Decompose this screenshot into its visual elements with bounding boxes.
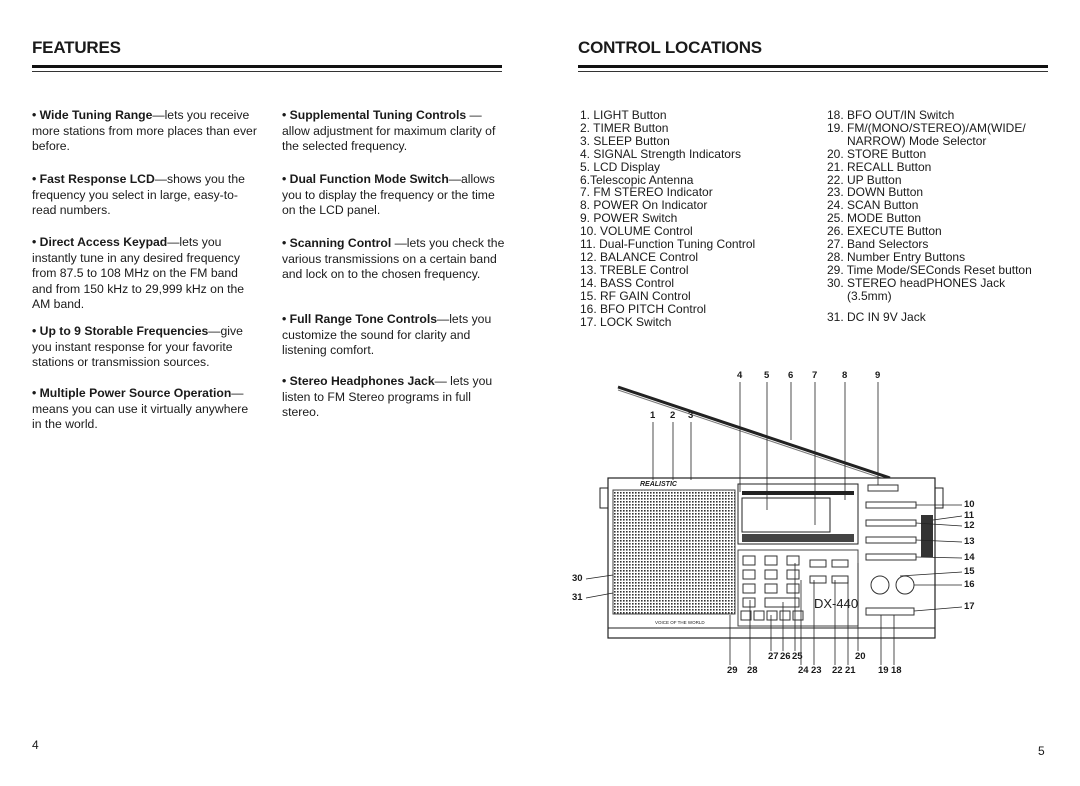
- control-list-item: 17. LOCK Switch: [580, 314, 672, 329]
- speaker-grille: [612, 489, 736, 615]
- callout-3: 3: [688, 410, 694, 421]
- callout-9: 9: [875, 370, 881, 381]
- lcd-display: [741, 497, 831, 533]
- feature-item: • Multiple Power Source Operation— means…: [32, 386, 260, 433]
- radio-diagram: REALISTIC VOICE OF THE WORLD DX-440: [585, 382, 963, 665]
- callout-21: 21: [845, 665, 856, 676]
- callout-5: 5: [764, 370, 770, 381]
- callout-15: 15: [964, 566, 975, 577]
- feature-item: • Up to 9 Storable Frequencies—give you …: [32, 324, 260, 371]
- callout-16: 16: [964, 579, 975, 590]
- callout-13: 13: [964, 536, 975, 547]
- feature-title: • Direct Access Keypad: [32, 235, 168, 249]
- feature-title: • Fast Response LCD: [32, 172, 155, 186]
- heading-rule-thin: [578, 71, 1048, 72]
- callout-18: 18: [891, 665, 902, 676]
- callout-14: 14: [964, 552, 975, 563]
- feature-item: • Supplemental Tuning Controls — allow a…: [282, 108, 510, 155]
- tuning-knob: [921, 515, 933, 557]
- control-list-item: 13. TREBLE Control: [580, 262, 689, 277]
- controls-list-1: 1. LIGHT Button 2. TIMER Button 3. SLEEP B…: [580, 109, 755, 328]
- feature-title: • Up to 9 Storable Frequencies: [32, 324, 209, 338]
- feature-title: • Wide Tuning Range: [32, 108, 153, 122]
- control-list-item: 21. RECALL Button: [827, 159, 932, 174]
- callout-24: 24: [798, 665, 809, 676]
- control-list-item: 12. BALANCE Control: [580, 249, 699, 264]
- control-list-item: 28. Number Entry Buttons: [827, 249, 966, 264]
- control-list-item: (3.5mm): [847, 288, 892, 303]
- feature-item: • Fast Response LCD—shows you the freque…: [32, 172, 260, 219]
- feature-item: • Scanning Control —lets you check the v…: [282, 236, 510, 283]
- callout-7: 7: [812, 370, 818, 381]
- feature-title: • Multiple Power Source Operation: [32, 386, 232, 400]
- control-list-item: 19. FM/(MONO/STEREO)/AM(WIDE/: [827, 120, 1026, 135]
- control-list-item: 30. STEREO headPHONES Jack: [827, 275, 1006, 290]
- feature-title: • Stereo Headphones Jack: [282, 374, 435, 388]
- callout-6: 6: [788, 370, 794, 381]
- feature-title: • Dual Function Mode Switch: [282, 172, 449, 186]
- callout-26: 26: [780, 651, 791, 662]
- feature-item: • Dual Function Mode Switch—allows you t…: [282, 172, 510, 219]
- callout-4: 4: [737, 370, 743, 381]
- controls-list-2: 18. BFO OUT/IN Switch 19. FM/(MONO/STEREO…: [827, 109, 1032, 324]
- control-list-item: 15. RF GAIN Control: [580, 288, 691, 303]
- model-name: DX-440: [814, 596, 858, 611]
- control-list-item: NARROW) Mode Selector: [847, 133, 987, 148]
- control-list-item: 2. TIMER Button: [580, 120, 669, 135]
- callout-1: 1: [650, 410, 656, 421]
- callout-30: 30: [572, 573, 583, 584]
- callout-29: 29: [727, 665, 738, 676]
- callout-20: 20: [855, 651, 866, 662]
- feature-item: • Full Range Tone Controls—lets you cust…: [282, 312, 510, 359]
- features-heading: FEATURES: [32, 38, 121, 57]
- feature-title: • Full Range Tone Controls: [282, 312, 438, 326]
- control-list-item: 29. Time Mode/SEConds Reset button: [827, 262, 1032, 277]
- callout-31: 31: [572, 592, 583, 603]
- brand-logo: REALISTIC: [640, 481, 678, 488]
- control-list-item: 3. SLEEP Button: [580, 133, 670, 148]
- leader-line: [932, 515, 963, 521]
- callout-22: 22: [832, 665, 843, 676]
- control-locations-heading: CONTROL LOCATIONS: [578, 38, 762, 57]
- callout-25: 25: [792, 651, 803, 662]
- callout-28: 28: [747, 665, 758, 676]
- callout-12: 12: [964, 520, 975, 531]
- control-list-item: 5. LCD Display: [580, 159, 661, 174]
- callout-8: 8: [842, 370, 848, 381]
- feature-item: • Stereo Headphones Jack— lets you liste…: [282, 374, 510, 421]
- control-list-item: 4. SIGNAL Strength Indicators: [580, 146, 741, 161]
- callout-19: 19: [878, 665, 889, 676]
- feature-item: • Wide Tuning Range—lets you receive mor…: [32, 108, 260, 155]
- callout-10: 10: [964, 499, 975, 510]
- heading-rule: [578, 65, 1048, 68]
- control-list-item: 16. BFO PITCH Control: [580, 301, 707, 316]
- feature-title: • Supplemental Tuning Controls: [282, 108, 467, 122]
- control-list-item: 14. BASS Control: [580, 275, 675, 290]
- control-list-item: 31. DC IN 9V Jack: [827, 309, 926, 324]
- control-list-item: 20. STORE Button: [827, 146, 927, 161]
- feature-item: • Direct Access Keypad—lets you instantl…: [32, 235, 260, 313]
- feature-title: • Scanning Control: [282, 236, 392, 250]
- callout-2: 2: [670, 410, 676, 421]
- callout-23: 23: [811, 665, 822, 676]
- antenna: [617, 385, 891, 480]
- callout-27: 27: [768, 651, 779, 662]
- callout-17: 17: [964, 601, 975, 612]
- page-number-left: 4: [32, 738, 39, 752]
- heading-rule: [32, 65, 502, 68]
- control-list-item: 1. LIGHT Button: [580, 108, 667, 122]
- page-number-right: 5: [1038, 744, 1045, 758]
- control-list-item: 18. BFO OUT/IN Switch: [827, 108, 955, 122]
- heading-rule-thin: [32, 71, 502, 72]
- slogan: VOICE OF THE WORLD: [655, 620, 705, 625]
